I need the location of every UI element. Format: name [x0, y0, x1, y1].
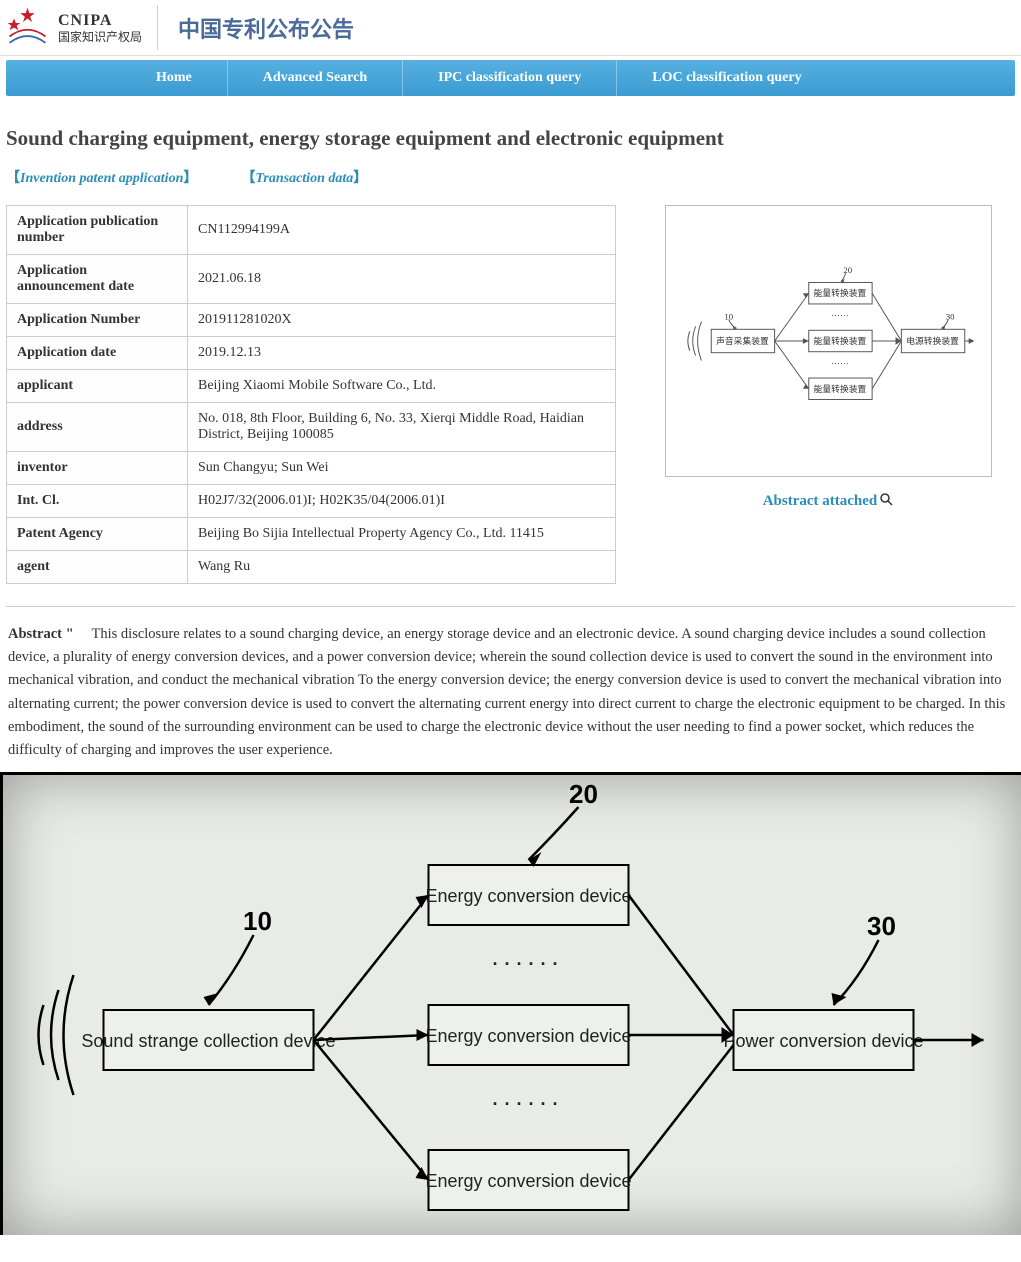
big-num-30: 30	[867, 911, 896, 941]
table-row: inventorSun Changyu; Sun Wei	[7, 452, 616, 485]
nav-bar: Home Advanced Search IPC classification …	[6, 60, 1015, 96]
label-app-date: Application date	[7, 337, 188, 370]
table-row: Application Number201911281020X	[7, 304, 616, 337]
label-pub-num: Application publication number	[7, 206, 188, 255]
table-row: agentWang Ru	[7, 551, 616, 584]
nav-advanced-search[interactable]: Advanced Search	[228, 60, 403, 96]
value-app-num: 201911281020X	[188, 304, 616, 337]
detail-table: Application publication numberCN11299419…	[6, 205, 616, 584]
value-agent: Wang Ru	[188, 551, 616, 584]
banner-title: 中国专利公布公告	[158, 12, 354, 44]
value-inventor: Sun Changyu; Sun Wei	[188, 452, 616, 485]
value-applicant: Beijing Xiaomi Mobile Software Co., Ltd.	[188, 370, 616, 403]
big-box-energy-1: Energy conversion device	[425, 886, 631, 906]
abstract-label: Abstract "	[8, 626, 74, 642]
main-area: Application publication numberCN11299419…	[6, 205, 1015, 584]
logo-block: CNIPA 国家知识产权局	[5, 5, 158, 50]
content-area: Sound charging equipment, energy storage…	[0, 96, 1021, 762]
value-intcl: H02J7/32(2006.01)I; H02K35/04(2006.01)I	[188, 485, 616, 518]
value-address: No. 018, 8th Floor, Building 6, No. 33, …	[188, 403, 616, 452]
abstract-body: This disclosure relates to a sound charg…	[8, 626, 1005, 758]
table-row: Application announcement date2021.06.18	[7, 255, 616, 304]
abstract-attached-link[interactable]: Abstract attached	[763, 492, 894, 511]
big-dots-1: ······	[493, 954, 565, 974]
big-box-power: Power conversion device	[723, 1031, 923, 1051]
table-row: applicantBeijing Xiaomi Mobile Software …	[7, 370, 616, 403]
label-intcl: Int. Cl.	[7, 485, 188, 518]
label-address: address	[7, 403, 188, 452]
abstract-block: Abstract " This disclosure relates to a …	[6, 623, 1015, 762]
nav-ipc-query[interactable]: IPC classification query	[403, 60, 617, 96]
magnify-icon	[879, 492, 893, 511]
label-agency: Patent Agency	[7, 518, 188, 551]
big-num-10: 10	[243, 906, 272, 936]
label-app-num: Application Number	[7, 304, 188, 337]
abstract-thumbnail[interactable]: 声音采集装置 10 能量转换装置 ······ 能量转换装置 ······ 能量…	[665, 205, 992, 477]
table-row: Application date2019.12.13	[7, 337, 616, 370]
meta-invention-patent[interactable]: 【Invention patent application】	[6, 171, 197, 186]
nav-loc-query[interactable]: LOC classification query	[617, 60, 836, 96]
cnipa-logo-icon	[5, 5, 50, 50]
thumb-box-energy-3: 能量转换装置	[813, 383, 866, 394]
big-box-energy-2: Energy conversion device	[425, 1026, 631, 1046]
big-box-collect: Sound strange collection device	[81, 1031, 335, 1051]
thumb-dots-1: ······	[831, 311, 849, 321]
meta-links: 【Invention patent application】 【Transact…	[6, 167, 1015, 187]
thumb-dots-2: ······	[831, 358, 849, 368]
value-ann-date: 2021.06.18	[188, 255, 616, 304]
label-ann-date: Application announcement date	[7, 255, 188, 304]
thumb-box-power: 电源转换装置	[906, 335, 959, 346]
thumb-area: 声音采集装置 10 能量转换装置 ······ 能量转换装置 ······ 能量…	[641, 205, 1015, 511]
meta-transaction-label: Transaction data	[255, 171, 353, 186]
big-num-20: 20	[569, 779, 598, 809]
table-row: Patent AgencyBeijing Bo Sijia Intellectu…	[7, 518, 616, 551]
thumb-box-energy-2: 能量转换装置	[813, 335, 866, 346]
big-diagram: Sound strange collection device 10 Energ…	[0, 772, 1021, 1235]
table-row: Application publication numberCN11299419…	[7, 206, 616, 255]
logo-cn: 国家知识产权局	[58, 30, 142, 44]
patent-title: Sound charging equipment, energy storage…	[6, 126, 1015, 151]
label-inventor: inventor	[7, 452, 188, 485]
label-applicant: applicant	[7, 370, 188, 403]
logo-en: CNIPA	[58, 11, 142, 30]
value-pub-num: CN112994199A	[188, 206, 616, 255]
thumb-num-20: 20	[843, 265, 852, 275]
table-row: Int. Cl.H02J7/32(2006.01)I; H02K35/04(20…	[7, 485, 616, 518]
top-banner: CNIPA 国家知识产权局 中国专利公布公告	[0, 0, 1021, 56]
table-row: addressNo. 018, 8th Floor, Building 6, N…	[7, 403, 616, 452]
divider	[6, 606, 1015, 607]
big-dots-2: ······	[493, 1094, 565, 1114]
attached-label: Abstract attached	[763, 493, 878, 510]
meta-transaction-data[interactable]: 【Transaction data】	[241, 171, 367, 186]
thumb-num-30: 30	[945, 312, 954, 322]
logo-text: CNIPA 国家知识产权局	[58, 11, 142, 45]
label-agent: agent	[7, 551, 188, 584]
thumb-box-collect: 声音采集装置	[716, 335, 769, 346]
big-box-energy-3: Energy conversion device	[425, 1171, 631, 1191]
meta-invention-label: Invention patent application	[20, 171, 183, 186]
value-agency: Beijing Bo Sijia Intellectual Property A…	[188, 518, 616, 551]
thumb-box-energy-1: 能量转换装置	[813, 287, 866, 298]
value-app-date: 2019.12.13	[188, 337, 616, 370]
nav-home[interactable]: Home	[121, 60, 228, 96]
